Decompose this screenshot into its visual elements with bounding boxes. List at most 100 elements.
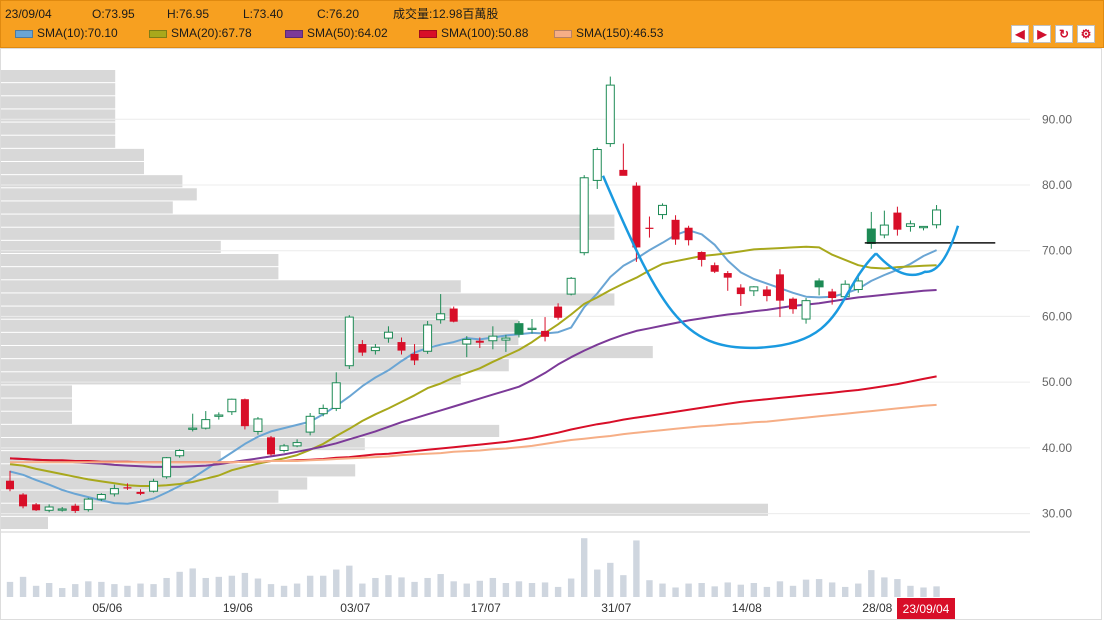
ohlc-open: O:73.95: [92, 7, 135, 21]
volume-bar: [241, 572, 249, 597]
volume-bar: [372, 577, 379, 597]
volume-bar: [789, 585, 797, 597]
volume-bar: [515, 581, 523, 597]
legend-sma20[interactable]: SMA(20):67.78: [149, 23, 252, 43]
volume-profile-bar: [0, 201, 173, 214]
volume-bar: [633, 540, 640, 597]
volume-bar: [607, 562, 614, 597]
cup-curve: [601, 175, 877, 350]
volume-bar: [620, 575, 627, 597]
candle-body: [723, 273, 732, 278]
candle-body: [789, 298, 797, 310]
y-tick-label: 50.00: [1042, 375, 1072, 389]
legend-swatch: [285, 29, 303, 38]
volume-bar: [333, 569, 340, 597]
y-axis: 30.00 40.00 50.00 60.00 70.00 80.00 90.00: [1042, 112, 1072, 520]
candle-body: [123, 487, 132, 489]
candle-body: [279, 445, 289, 451]
candle-body: [175, 449, 185, 457]
volume-bar: [933, 586, 940, 597]
candle-body: [201, 419, 211, 429]
legend-label: SMA(150):46.53: [576, 26, 664, 40]
volume-bar: [398, 577, 405, 597]
volume-profile-bar: [0, 227, 615, 240]
candle-body: [514, 323, 524, 335]
volume-bar: [528, 583, 536, 597]
candle-body: [488, 335, 498, 342]
candle-body: [109, 488, 119, 495]
candle-body: [645, 227, 654, 229]
volume-profile-bar: [0, 359, 509, 372]
volume-profile-bar: [0, 280, 461, 293]
legend-sma100[interactable]: SMA(100):50.88: [419, 23, 528, 43]
candle-body: [162, 457, 172, 478]
candle-body: [331, 382, 341, 409]
y-tick-label: 70.00: [1042, 244, 1072, 258]
candle-body: [188, 427, 198, 430]
candle-body: [749, 286, 759, 292]
volume-bar: [306, 575, 314, 597]
volume-bar: [476, 580, 483, 597]
volume-bar: [594, 569, 601, 597]
volume-bar: [763, 586, 771, 597]
volume-bar: [541, 582, 549, 597]
gear-icon[interactable]: ⚙: [1077, 25, 1095, 43]
volume-bar: [567, 578, 575, 597]
volume-bar: [450, 581, 457, 597]
legend-label: SMA(10):70.10: [37, 26, 118, 40]
volume-bar: [581, 538, 588, 597]
arrow-right-icon[interactable]: ▶: [1033, 25, 1051, 43]
volume-bar: [868, 570, 875, 597]
candle-body: [684, 227, 693, 241]
candle-body: [410, 353, 419, 361]
volume-bar: [776, 581, 784, 597]
legend-label: SMA(50):64.02: [307, 26, 388, 40]
price-chart[interactable]: 30.00 40.00 50.00 60.00 70.00 80.00 90.00 05/0…: [0, 48, 1104, 622]
volume-bar: [842, 586, 849, 597]
candle-body: [462, 338, 472, 345]
candle-body: [19, 494, 28, 507]
ohlc-close: C:76.20: [317, 7, 360, 21]
volume-bar: [45, 583, 53, 597]
legend-sma150[interactable]: SMA(150):46.53: [554, 23, 663, 43]
legend-sma50[interactable]: SMA(50):64.02: [285, 23, 388, 43]
candle-body: [658, 204, 667, 216]
volume-bar: [659, 583, 666, 597]
volume-bar: [554, 586, 562, 597]
x-tick-label: 19/06: [223, 601, 253, 615]
candle-body: [932, 209, 942, 226]
candle-body: [253, 418, 263, 432]
volume-bar: [6, 581, 14, 597]
candle-body: [344, 316, 354, 367]
volume-profile-bar: [0, 122, 116, 135]
candle-body: [579, 177, 589, 254]
chart-header: 23/09/04 O:73.95 H:76.95 L:73.40 C:76.20…: [0, 0, 1104, 48]
legend-sma10[interactable]: SMA(10):70.10: [15, 23, 118, 43]
candle-body: [436, 313, 446, 321]
volume-profile-bar: [0, 188, 197, 201]
volume-bar: [672, 587, 679, 597]
volume-bar: [202, 577, 209, 597]
volume-bar: [385, 575, 392, 597]
volume-bar: [85, 581, 92, 597]
candle-body: [423, 324, 433, 352]
arrow-left-icon[interactable]: ◀: [1011, 25, 1029, 43]
legend-label: SMA(100):50.88: [441, 26, 529, 40]
volume-bar: [815, 579, 823, 597]
volume-bar: [502, 583, 510, 597]
candle-body: [358, 344, 367, 353]
y-tick-label: 90.00: [1042, 112, 1072, 126]
volume-profile-bar: [0, 293, 615, 306]
candle-body: [619, 169, 628, 176]
candle-body: [32, 504, 41, 511]
volume-profile-bar: [0, 346, 653, 359]
volume-bar: [137, 583, 144, 597]
refresh-icon[interactable]: ↻: [1055, 25, 1073, 43]
volume-bar: [711, 586, 718, 597]
legend-swatch: [15, 29, 33, 38]
y-tick-label: 30.00: [1042, 507, 1072, 521]
candle-body: [44, 506, 54, 511]
candle-body: [136, 491, 145, 494]
volume-bar: [163, 577, 170, 597]
y-tick-label: 40.00: [1042, 441, 1072, 455]
